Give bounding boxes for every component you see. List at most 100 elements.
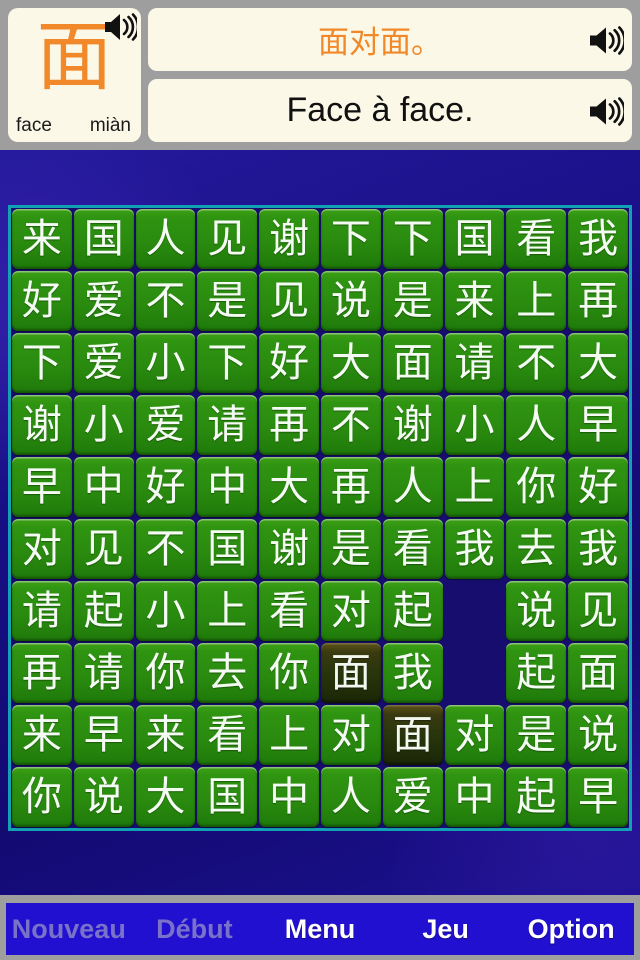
tile-slot[interactable]: 好 — [567, 456, 629, 518]
tile[interactable]: 起 — [506, 767, 567, 827]
tile[interactable]: 看 — [506, 209, 567, 269]
tile-slot[interactable]: 上 — [258, 704, 320, 766]
sentence-french-bar[interactable]: Face à face. — [148, 79, 632, 142]
tile-slot[interactable]: 下 — [382, 208, 444, 270]
tile-slot[interactable]: 去 — [505, 518, 567, 580]
tile-slot[interactable]: 是 — [320, 518, 382, 580]
tile[interactable]: 看 — [259, 581, 319, 641]
tile-slot[interactable]: 爱 — [73, 332, 135, 394]
tile-selected[interactable]: 面 — [320, 643, 381, 703]
tile-slot[interactable]: 我 — [444, 518, 506, 580]
tile[interactable]: 是 — [320, 519, 381, 579]
tile-slot[interactable]: 起 — [382, 580, 444, 642]
tile-slot[interactable]: 起 — [505, 766, 567, 828]
tile[interactable]: 爱 — [73, 271, 134, 331]
tile-slot[interactable]: 好 — [11, 270, 73, 332]
tile-slot[interactable]: 人 — [505, 394, 567, 456]
tile-slot[interactable]: 小 — [135, 332, 197, 394]
tile[interactable]: 是 — [506, 705, 567, 765]
tile[interactable]: 面 — [568, 643, 628, 703]
tile-slot[interactable]: 你 — [11, 766, 73, 828]
tile[interactable]: 人 — [506, 395, 567, 455]
tile[interactable]: 见 — [259, 271, 319, 331]
speaker-icon[interactable] — [588, 96, 624, 127]
tile-slot[interactable]: 好 — [135, 456, 197, 518]
speaker-icon[interactable] — [588, 25, 624, 56]
tile-slot[interactable]: 中 — [196, 456, 258, 518]
tile-slot[interactable]: 爱 — [382, 766, 444, 828]
tile-slot[interactable]: 上 — [196, 580, 258, 642]
tile[interactable]: 爱 — [73, 333, 134, 393]
tile[interactable]: 大 — [259, 457, 319, 517]
tile[interactable]: 来 — [135, 705, 196, 765]
tile[interactable]: 不 — [320, 395, 381, 455]
tile-slot[interactable]: 请 — [196, 394, 258, 456]
tile-slot[interactable]: 人 — [135, 208, 197, 270]
tile[interactable]: 人 — [135, 209, 196, 269]
tile-slot[interactable]: 是 — [505, 704, 567, 766]
tile-slot[interactable]: 我 — [382, 642, 444, 704]
tile[interactable]: 你 — [12, 767, 72, 827]
tile-slot[interactable]: 谢 — [11, 394, 73, 456]
tile-slot[interactable]: 小 — [135, 580, 197, 642]
tile-slot[interactable]: 再 — [258, 394, 320, 456]
tile-slot[interactable]: 早 — [11, 456, 73, 518]
tile[interactable]: 谢 — [12, 395, 72, 455]
tile[interactable]: 好 — [568, 457, 628, 517]
tile-slot[interactable]: 国 — [196, 518, 258, 580]
tile-slot[interactable]: 我 — [567, 208, 629, 270]
tile[interactable]: 不 — [506, 333, 567, 393]
tile[interactable]: 对 — [320, 581, 381, 641]
tile[interactable]: 你 — [259, 643, 319, 703]
tile[interactable]: 说 — [73, 767, 134, 827]
tile-slot[interactable]: 看 — [196, 704, 258, 766]
tile[interactable]: 再 — [320, 457, 381, 517]
tile-slot[interactable]: 再 — [11, 642, 73, 704]
tile[interactable]: 对 — [444, 705, 505, 765]
tile-slot[interactable]: 对 — [320, 704, 382, 766]
toolbar-button-menu[interactable]: Menu — [257, 914, 383, 945]
tile-grid[interactable]: 来国人见谢下下国看我好爱不是见说是来上再下爱小下好大面请不大谢小爱请再不谢小人早… — [11, 208, 629, 828]
toolbar-button-option[interactable]: Option — [508, 914, 634, 945]
tile[interactable]: 是 — [197, 271, 258, 331]
tile[interactable]: 请 — [197, 395, 258, 455]
tile-slot[interactable]: 爱 — [135, 394, 197, 456]
tile[interactable]: 再 — [568, 271, 628, 331]
tile[interactable]: 起 — [506, 643, 567, 703]
tile-slot[interactable]: 下 — [320, 208, 382, 270]
tile[interactable]: 再 — [259, 395, 319, 455]
tile[interactable]: 我 — [568, 209, 628, 269]
tile[interactable]: 你 — [506, 457, 567, 517]
tile-slot[interactable]: 面 — [382, 704, 444, 766]
tile-slot[interactable]: 不 — [505, 332, 567, 394]
tile-slot[interactable]: 来 — [11, 704, 73, 766]
tile-slot[interactable]: 见 — [258, 270, 320, 332]
tile[interactable]: 下 — [12, 333, 72, 393]
tile[interactable]: 请 — [73, 643, 134, 703]
tile-slot[interactable]: 说 — [505, 580, 567, 642]
tile[interactable]: 早 — [12, 457, 72, 517]
tile-slot[interactable]: 见 — [567, 580, 629, 642]
tile[interactable]: 不 — [135, 519, 196, 579]
tile-slot[interactable]: 早 — [73, 704, 135, 766]
tile-slot[interactable]: 不 — [135, 518, 197, 580]
tile-slot[interactable]: 你 — [258, 642, 320, 704]
tile[interactable]: 说 — [568, 705, 628, 765]
tile[interactable]: 起 — [382, 581, 443, 641]
tile-slot[interactable]: 再 — [320, 456, 382, 518]
tile[interactable]: 小 — [135, 333, 196, 393]
tile-slot[interactable]: 下 — [196, 332, 258, 394]
tile-slot[interactable]: 见 — [73, 518, 135, 580]
tile[interactable]: 下 — [320, 209, 381, 269]
tile-slot[interactable]: 国 — [444, 208, 506, 270]
tile-slot[interactable]: 是 — [196, 270, 258, 332]
tile[interactable]: 起 — [73, 581, 134, 641]
tile-slot[interactable]: 中 — [444, 766, 506, 828]
tile[interactable]: 谢 — [259, 519, 319, 579]
tile-slot[interactable]: 中 — [73, 456, 135, 518]
tile[interactable]: 下 — [382, 209, 443, 269]
tile[interactable]: 看 — [197, 705, 258, 765]
tile-slot[interactable]: 我 — [567, 518, 629, 580]
tile[interactable]: 来 — [444, 271, 505, 331]
tile[interactable]: 请 — [444, 333, 505, 393]
